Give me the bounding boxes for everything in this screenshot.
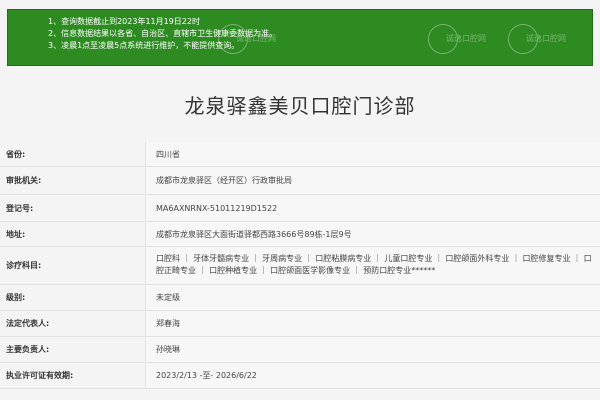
row-authority: 审批机关: 成都市龙泉驿区（经开区）行政审批局 [0,167,600,195]
row-level: 级别: 未定级 [0,285,600,311]
field-label: 登记号: [0,195,146,221]
field-label: 地址: [0,222,146,246]
row-principal: 主要负责人: 孙晓琳 [0,337,600,363]
row-registration: 登记号: MA6AXNRNX-51011219D1522 [0,195,600,222]
field-value: MA6AXNRNX-51011219D1522 [146,195,600,221]
field-value: 郑春海 [146,311,600,336]
field-value: 未定级 [146,285,600,310]
info-table: 省份: 四川省 审批机关: 成都市龙泉驿区（经开区）行政审批局 登记号: MA6… [0,142,600,389]
row-legal-rep: 法定代表人: 郑春海 [0,311,600,337]
watermark-logo: 诚逸口腔网 [218,20,276,58]
watermark-text: 诚逸口腔网 [236,34,276,43]
field-value: 四川省 [146,142,600,166]
field-label: 级别: [0,285,146,310]
field-value: 成都市龙泉驿区大面街道驿都西路3666号89栋-1层9号 [146,222,600,246]
watermark-text: 诚逸口腔网 [446,34,486,43]
row-province: 省份: 四川省 [0,142,600,167]
field-label: 省份: [0,142,146,166]
field-value: 成都市龙泉驿区（经开区）行政审批局 [146,167,600,194]
watermark-logo: 诚逸口腔网 [508,20,566,58]
field-label: 诊疗科目: [0,247,146,284]
field-value: 2023/2/13 -至- 2026/6/22 [146,363,600,388]
clinic-title: 龙泉驿鑫美贝口腔门诊部 [184,94,416,118]
notice-banner: 1、查询数据截止到2023年11月19日22时 2、信息数据结果以各省、自治区、… [7,9,593,66]
row-address: 地址: 成都市龙泉驿区大面街道驿都西路3666号89栋-1层9号 [0,222,600,247]
watermark-logo: 诚逸口腔网 [428,20,486,58]
field-label: 主要负责人: [0,337,146,362]
field-label: 执业许可证有效期: [0,363,146,388]
watermark-text: 诚逸口腔网 [526,34,566,43]
field-value: 孙晓琳 [146,337,600,362]
field-label: 法定代表人: [0,311,146,336]
row-departments: 诊疗科目: 口腔科 ｜ 牙体牙髓病专业 ｜ 牙周病专业 ｜ 口腔粘膜病专业 ｜ … [0,247,600,285]
field-label: 审批机关: [0,167,146,194]
row-license-validity: 执业许可证有效期: 2023/2/13 -至- 2026/6/22 [0,363,600,389]
field-value: 口腔科 ｜ 牙体牙髓病专业 ｜ 牙周病专业 ｜ 口腔粘膜病专业 ｜ 儿童口腔专业… [146,247,600,284]
